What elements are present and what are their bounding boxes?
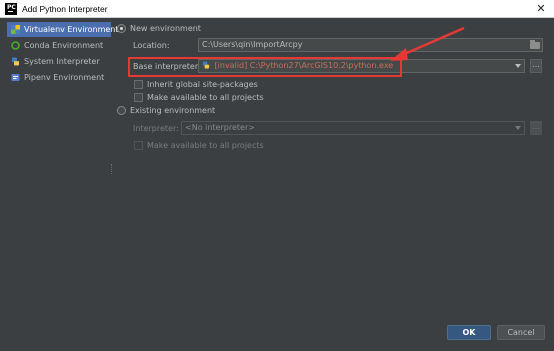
sidebar-item-system[interactable]: System Interpreter — [7, 54, 111, 69]
sidebar-item-label: Conda Environment — [24, 41, 104, 50]
sidebar-item-label: Pipenv Environment — [24, 73, 105, 82]
title-bar: PC Add Python Interpreter ✕ — [0, 0, 554, 18]
cancel-button[interactable]: Cancel — [497, 325, 545, 340]
close-icon[interactable]: ✕ — [534, 2, 548, 16]
inherit-site-packages-label: Inherit global site-packages — [147, 80, 258, 89]
annotation-highlight-box — [128, 57, 402, 77]
folder-icon[interactable] — [530, 40, 540, 49]
location-label: Location: — [133, 41, 170, 50]
environment-type-list: Virtualenv Environment Conda Environment… — [7, 22, 119, 322]
virtualenv-icon — [11, 25, 20, 34]
ok-button[interactable]: OK — [447, 325, 491, 340]
make-available-label: Make available to all projects — [147, 93, 264, 102]
existing-environment-label: Existing environment — [130, 106, 216, 115]
sidebar-item-virtualenv[interactable]: Virtualenv Environment — [7, 22, 119, 37]
new-environment-label: New environment — [130, 24, 201, 33]
sidebar-item-label: Virtualenv Environment — [24, 25, 119, 34]
pycharm-icon: PC — [5, 3, 17, 15]
browse-interpreter-button[interactable]: ... — [530, 121, 542, 135]
pipenv-icon — [11, 74, 20, 81]
chevron-down-icon — [515, 64, 521, 68]
sidebar-item-pipenv[interactable]: Pipenv Environment — [7, 70, 111, 85]
interpreter-select[interactable]: <No interpreter> — [181, 121, 525, 135]
browse-base-button[interactable]: ... — [530, 59, 542, 73]
sidebar-item-label: System Interpreter — [24, 57, 100, 66]
location-input[interactable]: C:\Users\qin\ImportArcpy — [198, 38, 543, 52]
sidebar-item-conda[interactable]: Conda Environment — [7, 38, 111, 53]
splitter-handle[interactable] — [111, 164, 113, 174]
inherit-site-packages-checkbox[interactable] — [134, 80, 143, 89]
location-value: C:\Users\qin\ImportArcpy — [202, 40, 303, 49]
existing-make-available-checkbox[interactable] — [134, 141, 143, 150]
new-environment-radio[interactable] — [117, 24, 126, 33]
interpreter-label: Interpreter: — [133, 124, 179, 133]
interpreter-value: <No interpreter> — [185, 123, 255, 132]
chevron-down-icon — [515, 126, 521, 130]
existing-environment-radio[interactable] — [117, 106, 126, 115]
annotation-arrow-icon — [390, 26, 465, 61]
window-title: Add Python Interpreter — [22, 4, 108, 14]
python-icon — [12, 57, 19, 66]
existing-make-available-label: Make available to all projects — [147, 141, 264, 150]
conda-icon — [11, 41, 20, 50]
make-available-checkbox[interactable] — [134, 93, 143, 102]
